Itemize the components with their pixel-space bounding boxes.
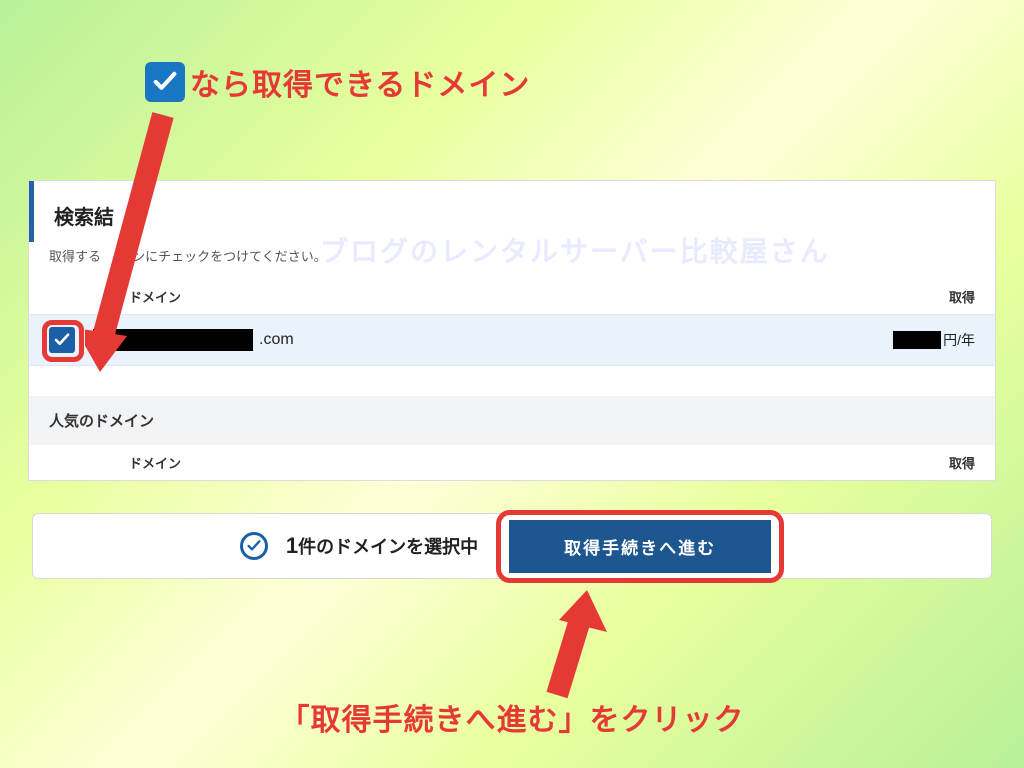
proceed-button[interactable]: 取得手続きへ進む [509,520,771,573]
redacted-price [893,331,941,349]
check-circle-icon [240,532,268,560]
annotation-top: なら取得できるドメイン [145,60,530,104]
col-get: 取得 [949,453,975,472]
arrow-up-icon [515,590,635,700]
domain-checkbox[interactable] [49,327,75,353]
selection-count-text: 1件のドメインを選択中 [286,533,478,559]
domain-price: 円/年 [893,330,975,350]
popular-header: 人気のドメイン [29,396,995,445]
checkmark-icon [145,62,185,102]
col-get: 取得 [949,287,975,306]
popular-table-head: ドメイン 取得 [29,445,995,480]
annotation-bottom-text: 「取得手続きへ進む」をクリック [0,695,1024,739]
arrow-down-icon [85,110,195,380]
col-domain: ドメイン [129,453,219,472]
annotation-top-text: なら取得できるドメイン [190,60,530,104]
annotation-ring-button: 取得手続きへ進む [496,510,784,583]
selection-bar: 1件のドメインを選択中 取得手続きへ進む [32,513,992,579]
